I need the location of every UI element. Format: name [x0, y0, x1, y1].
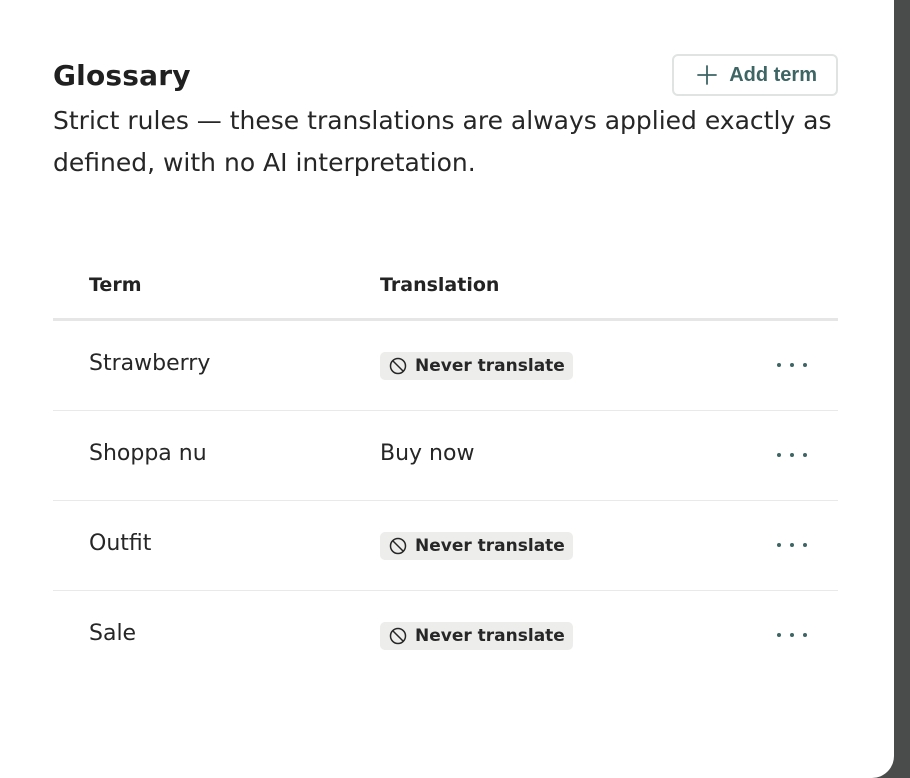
more-horizontal-icon — [777, 453, 781, 457]
add-term-button[interactable]: Add term — [672, 54, 838, 96]
table-header: Term Translation — [53, 264, 838, 321]
glossary-header: Glossary Add term — [53, 54, 838, 98]
add-term-label: Add term — [729, 63, 817, 86]
never-translate-label: Never translate — [415, 536, 565, 556]
column-header-translation: Translation — [380, 274, 500, 296]
column-header-term: Term — [89, 274, 142, 296]
never-translate-badge: Never translate — [380, 352, 573, 380]
row-actions-button[interactable] — [772, 351, 812, 379]
more-horizontal-icon — [777, 633, 781, 637]
never-translate-badge: Never translate — [380, 622, 573, 650]
row-actions-button[interactable] — [772, 441, 812, 469]
plus-icon — [697, 65, 718, 85]
translation-cell: Buy now — [380, 441, 475, 466]
more-horizontal-icon — [777, 543, 781, 547]
more-horizontal-icon — [777, 363, 781, 367]
row-actions-button[interactable] — [772, 531, 812, 559]
glossary-description: Strict rules — these translations are al… — [53, 106, 832, 177]
modal-backdrop: Glossary Add term Strict rules — these t… — [0, 0, 910, 778]
term-cell: Strawberry — [89, 351, 211, 376]
glossary-panel: Glossary Add term Strict rules — these t… — [0, 0, 894, 778]
table-row: Strawberry Never translate — [53, 321, 838, 411]
never-translate-label: Never translate — [415, 356, 565, 376]
never-translate-label: Never translate — [415, 626, 565, 646]
no-symbol-icon — [389, 357, 407, 375]
glossary-table: Term Translation Strawberry Never transl… — [53, 264, 838, 680]
term-cell: Sale — [89, 621, 137, 646]
never-translate-badge: Never translate — [380, 532, 573, 560]
no-symbol-icon — [389, 627, 407, 645]
row-actions-button[interactable] — [772, 621, 812, 649]
no-symbol-icon — [389, 537, 407, 555]
term-cell: Outfit — [89, 531, 152, 556]
term-cell: Shoppa nu — [89, 441, 207, 466]
table-row: Outfit Never translate — [53, 501, 838, 591]
table-row: Sale Never translate — [53, 591, 838, 680]
table-row: Shoppa nu Buy now — [53, 411, 838, 501]
